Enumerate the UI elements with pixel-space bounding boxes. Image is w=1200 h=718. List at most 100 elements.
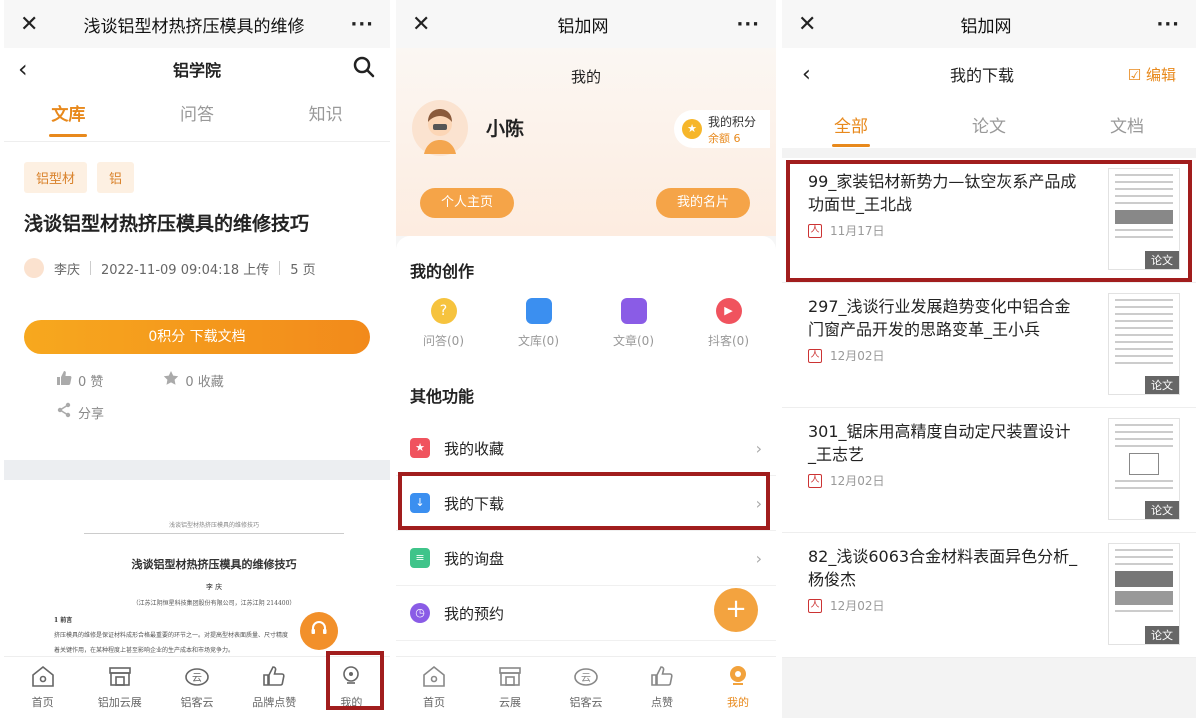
more-icon[interactable]: ··· [1144,14,1180,35]
type-badge: 论文 [1145,501,1179,519]
download-document-button[interactable]: 0积分 下载文档 [24,320,370,354]
business-card-button[interactable]: 我的名片 [656,188,750,218]
download-date: 12月02日 [830,599,885,613]
pdf-icon: 人 [808,473,822,488]
nav-label: 云展 [499,696,521,709]
nav-aluminum-cloud[interactable]: 云 铝客云 [158,657,235,718]
document-thumbnail: 论文 [1108,293,1180,395]
check-circle-icon: ☑ [1127,65,1142,84]
edit-button[interactable]: ☑ 编辑 [1102,64,1176,85]
thumbs-up-icon [56,370,72,390]
creation-library[interactable]: 文库(0) [518,298,559,349]
nav-mine[interactable]: 我的 [700,657,776,718]
author-name: 李庆 [54,262,81,278]
mini-program-titlebar: ✕ 铝加网 ··· [396,0,776,48]
download-date: 12月02日 [830,474,885,488]
svg-text:云: 云 [192,673,202,684]
section-divider [4,460,390,480]
tab-documents[interactable]: 文档 [1110,112,1144,137]
creation-qa[interactable]: ? 问答(0) [423,298,464,349]
tab-papers[interactable]: 论文 [972,112,1006,137]
download-title: 297_浅谈行业发展趋势变化中铝合金门窗产品开发的思路变革_王小兵 [808,297,1071,339]
nav-home[interactable]: 首页 [396,657,472,718]
preview-running-header: 浅谈铝型材热挤压模具的维修技巧 [84,520,344,534]
favorite-button[interactable]: 0 收藏 [163,370,224,390]
more-icon[interactable]: ··· [724,14,760,35]
creation-label: 文库(0) [518,334,559,348]
divider [90,261,92,275]
tab-knowledge[interactable]: 知识 [309,100,343,131]
tab-qa[interactable]: 问答 [180,100,214,131]
search-icon[interactable] [346,55,376,83]
highlight-box [786,160,1192,282]
download-item[interactable]: 301_锯床用高精度自动定尺装置设计_王志艺 人 12月02日 论文 [782,408,1196,533]
creation-label: 问答(0) [423,334,464,348]
page-title: 我的 [570,68,601,86]
download-date-row: 人 12月02日 [808,472,885,489]
personal-homepage-button[interactable]: 个人主页 [420,188,514,218]
close-icon[interactable]: ✕ [412,12,442,37]
nav-like[interactable]: 点赞 [624,657,700,718]
menu-item-favorites[interactable]: ★ 我的收藏 › [396,421,776,476]
creation-label: 文章(0) [613,334,654,348]
creation-label: 抖客(0) [708,334,749,348]
document-preview[interactable]: 浅谈铝型材热挤压模具的维修技巧 浅谈铝型材热挤压模具的维修技巧 李 庆 （江苏江… [54,520,390,654]
nav-brand-like[interactable]: 品牌点赞 [236,657,313,718]
back-icon[interactable]: ‹ [18,55,48,83]
back-icon[interactable]: ‹ [802,62,862,87]
cloud-icon: 云 [573,665,599,690]
section-title: 其他功能 [410,387,475,406]
document-thumbnail: 论文 [1108,418,1180,520]
storefront-icon [498,665,522,690]
points-label: 我的积分 [708,114,757,129]
download-item[interactable]: 297_浅谈行业发展趋势变化中铝合金门窗产品开发的思路变革_王小兵 人 12月0… [782,283,1196,408]
bookmark-icon: ★ [410,438,430,458]
screen-my-profile: ✕ 铝加网 ··· 我的 小陈 ★ 我的积分 余额 6 个人主页 我的名片 我的… [396,0,776,718]
share-button[interactable]: 分享 [56,402,104,422]
type-badge: 论文 [1145,376,1179,394]
tag-item[interactable]: 铝 [97,162,135,193]
type-badge: 论文 [1145,626,1179,644]
folder-icon [525,298,552,324]
nav-label: 铝客云 [180,696,214,709]
section-title: 我的创作 [410,262,475,281]
add-button[interactable]: + [714,588,758,632]
preview-section-heading: 1 前言 [54,617,73,624]
nav-home[interactable]: 首页 [4,657,81,718]
creation-douke[interactable]: ▶ 抖客(0) [708,298,749,349]
share-label: 分享 [78,406,105,422]
like-button[interactable]: 0 赞 [56,370,103,390]
highlight-box [398,472,770,530]
nav-cloud-expo[interactable]: 云展 [472,657,548,718]
nav-aluminum-cloud[interactable]: 云 铝客云 [548,657,624,718]
customer-service-button[interactable] [300,612,338,650]
question-icon: ? [430,298,457,324]
download-title: 301_锯床用高精度自动定尺装置设计_王志艺 [808,422,1071,464]
user-icon [726,665,750,690]
creation-article[interactable]: 文章(0) [613,298,654,349]
preview-author: 李 庆 [205,583,223,591]
thumbs-up-icon [650,665,674,690]
highlight-box [326,651,384,710]
more-icon[interactable]: ··· [338,14,374,35]
storefront-icon [108,665,132,690]
star-icon [163,370,179,390]
tab-all[interactable]: 全部 [834,112,868,137]
my-points-button[interactable]: ★ 我的积分 余额 6 [674,110,770,148]
menu-item-inquiries[interactable]: ≡ 我的询盘 › [396,531,776,586]
window-title: 铝加网 [960,16,1012,37]
nav-cloud-expo[interactable]: 铝加云展 [81,657,158,718]
user-avatar[interactable] [412,100,468,156]
close-icon[interactable]: ✕ [20,12,50,37]
download-date-row: 人 12月02日 [808,597,885,614]
downloads-header: ‹ 我的下载 ☑ 编辑 全部 论文 文档 [782,48,1196,148]
page-header: ‹ 我的下载 ☑ 编辑 [782,48,1196,100]
tab-library[interactable]: 文库 [51,100,85,131]
close-icon[interactable]: ✕ [798,12,828,37]
mini-program-titlebar: ✕ 铝加网 ··· [782,0,1196,48]
tag-item[interactable]: 铝型材 [24,162,88,193]
download-item[interactable]: 82_浅谈6063合金材料表面异色分析_杨俊杰 人 12月02日 论文 [782,533,1196,658]
nav-label: 首页 [31,696,54,709]
share-icon [56,402,72,422]
edit-label: 编辑 [1145,65,1176,84]
